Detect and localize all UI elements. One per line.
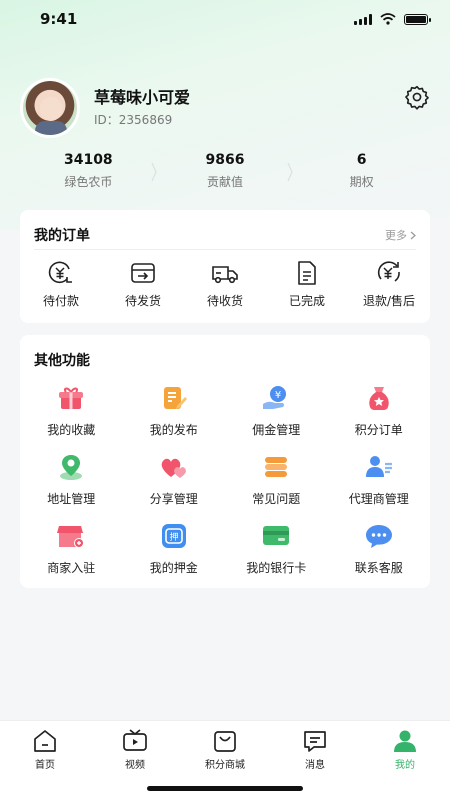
avatar[interactable] <box>20 78 80 138</box>
functions-title: 其他功能 <box>34 353 90 369</box>
money-bag-icon <box>364 383 394 413</box>
func-commission[interactable]: ¥ 佣金管理 <box>225 383 328 438</box>
func-favorites[interactable]: 我的收藏 <box>20 383 123 438</box>
func-my-posts[interactable]: 我的发布 <box>123 383 226 438</box>
truck-icon <box>212 266 238 284</box>
func-agent[interactable]: 代理商管理 <box>328 452 431 507</box>
svg-text:押: 押 <box>169 531 178 543</box>
tab-home[interactable]: 首页 <box>0 721 90 773</box>
signal-icon <box>354 13 372 25</box>
stat-options[interactable]: 6 期权 <box>293 152 430 198</box>
hearts-icon <box>159 452 189 482</box>
tab-points-mall[interactable]: 积分商城 <box>180 721 270 773</box>
stat-green-coins[interactable]: 34108 绿色农币 <box>20 152 157 198</box>
profile-header: 草莓味小可爱 ID：2356869 <box>20 78 430 138</box>
func-share[interactable]: 分享管理 <box>123 452 226 507</box>
chevron-right-icon <box>410 231 416 239</box>
yen-wallet-icon <box>48 261 72 284</box>
tab-messages[interactable]: 消息 <box>270 721 360 773</box>
stat-contribution[interactable]: 9866 贡献值 <box>157 152 294 198</box>
deposit-icon: 押 <box>159 521 189 551</box>
gift-icon <box>56 383 86 413</box>
stack-icon <box>261 452 291 482</box>
orders-card: 我的订单 更多 待付款 待发货 待收货 已完成 退款/售后 <box>20 210 430 323</box>
battery-icon <box>404 13 431 25</box>
func-address[interactable]: 地址管理 <box>20 452 123 507</box>
status-time: 9:41 <box>40 10 78 28</box>
other-functions-card: 其他功能 我的收藏 我的发布 ¥ 佣金管理 积分订单 地址管理 分享管理 常见问… <box>20 335 430 588</box>
divider <box>34 249 416 250</box>
order-refund[interactable]: 退款/售后 <box>348 260 430 309</box>
wifi-icon <box>380 13 396 25</box>
yen-refund-icon <box>377 261 400 282</box>
home-icon <box>34 730 56 752</box>
person-list-icon <box>364 452 394 482</box>
shopping-bag-icon <box>214 731 236 752</box>
func-merchant[interactable]: 商家入驻 <box>20 521 123 576</box>
gear-icon[interactable] <box>404 84 430 110</box>
location-pin-icon <box>56 452 86 482</box>
func-customer-service[interactable]: 联系客服 <box>328 521 431 576</box>
profile-icon <box>394 730 416 752</box>
tab-mine[interactable]: 我的 <box>360 721 450 773</box>
tv-icon <box>123 729 147 751</box>
func-faq[interactable]: 常见问题 <box>225 452 328 507</box>
username: 草莓味小可爱 <box>94 88 191 107</box>
status-bar: 9:41 <box>0 0 450 40</box>
edit-note-icon <box>159 383 189 413</box>
box-arrow-icon <box>131 263 155 283</box>
store-icon <box>56 521 86 551</box>
tab-video[interactable]: 视频 <box>90 721 180 773</box>
order-pending-shipment[interactable]: 待发货 <box>102 260 184 309</box>
home-indicator <box>147 786 303 791</box>
user-id: ID：2356869 <box>94 113 173 127</box>
orders-title: 我的订单 <box>34 228 90 244</box>
document-icon <box>298 261 316 285</box>
chat-bubble-icon <box>364 521 394 551</box>
order-pending-payment[interactable]: 待付款 <box>20 260 102 309</box>
func-deposit[interactable]: 押 我的押金 <box>123 521 226 576</box>
func-points-orders[interactable]: 积分订单 <box>328 383 431 438</box>
message-icon <box>304 731 326 752</box>
order-pending-receipt[interactable]: 待收货 <box>184 260 266 309</box>
func-bank-card[interactable]: 我的银行卡 <box>225 521 328 576</box>
hand-coin-icon: ¥ <box>261 383 291 413</box>
bank-card-icon <box>261 521 291 551</box>
orders-more-link[interactable]: 更多 <box>385 227 416 243</box>
order-completed[interactable]: 已完成 <box>266 260 348 309</box>
svg-text:¥: ¥ <box>275 390 281 401</box>
stats-bar: 34108 绿色农币 9866 贡献值 6 期权 <box>20 152 430 198</box>
